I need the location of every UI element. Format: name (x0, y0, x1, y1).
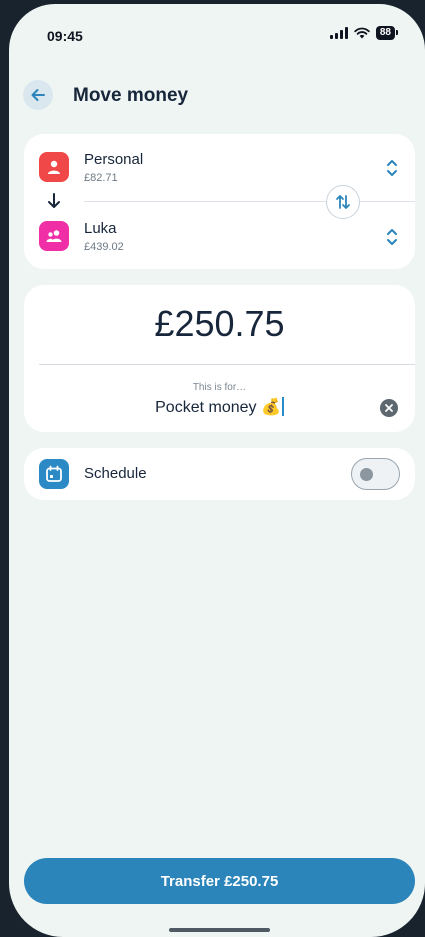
battery-icon: 88 (375, 26, 399, 40)
transfer-button[interactable]: Transfer £250.75 (24, 858, 415, 904)
to-account-balance: £439.02 (84, 241, 124, 253)
phone-screen: 09:45 88 Move money Personal £82.71 Luka… (9, 4, 425, 937)
chevron-updown-icon[interactable] (385, 226, 399, 248)
page-title: Move money (73, 85, 189, 106)
swap-arrows-icon (336, 195, 350, 209)
from-account-name: Personal (84, 151, 144, 168)
chevron-updown-icon[interactable] (385, 157, 399, 179)
people-icon (39, 221, 69, 251)
amount-input[interactable]: £250.75 (24, 303, 415, 345)
person-icon (39, 152, 69, 182)
status-icons: 88 (329, 26, 399, 40)
accounts-card: Personal £82.71 Luka £439.02 (24, 134, 415, 269)
signal-icon (329, 27, 348, 39)
amount-card: £250.75 This is for… Pocket money 💰 (24, 285, 415, 432)
back-button[interactable] (23, 80, 53, 110)
note-label: This is for… (192, 382, 247, 393)
arrow-down-icon (48, 193, 60, 208)
note-text: Pocket money 💰 (155, 399, 281, 416)
wifi-icon (354, 27, 370, 39)
status-time: 09:45 (47, 28, 83, 44)
to-account-name: Luka (84, 220, 117, 237)
arrow-left-icon (31, 89, 45, 101)
account-divider (84, 201, 415, 202)
schedule-label: Schedule (84, 465, 147, 482)
home-indicator (169, 928, 270, 932)
close-icon (385, 404, 393, 412)
from-account-balance: £82.71 (84, 172, 118, 184)
swap-button[interactable] (326, 185, 360, 219)
note-input[interactable]: Pocket money 💰 (24, 397, 415, 417)
toggle-knob (360, 468, 373, 481)
schedule-toggle[interactable] (351, 458, 400, 490)
clear-button[interactable] (380, 399, 398, 417)
schedule-card: Schedule (24, 448, 415, 500)
text-caret (281, 397, 284, 416)
calendar-icon (39, 459, 69, 489)
amount-divider (39, 364, 415, 365)
